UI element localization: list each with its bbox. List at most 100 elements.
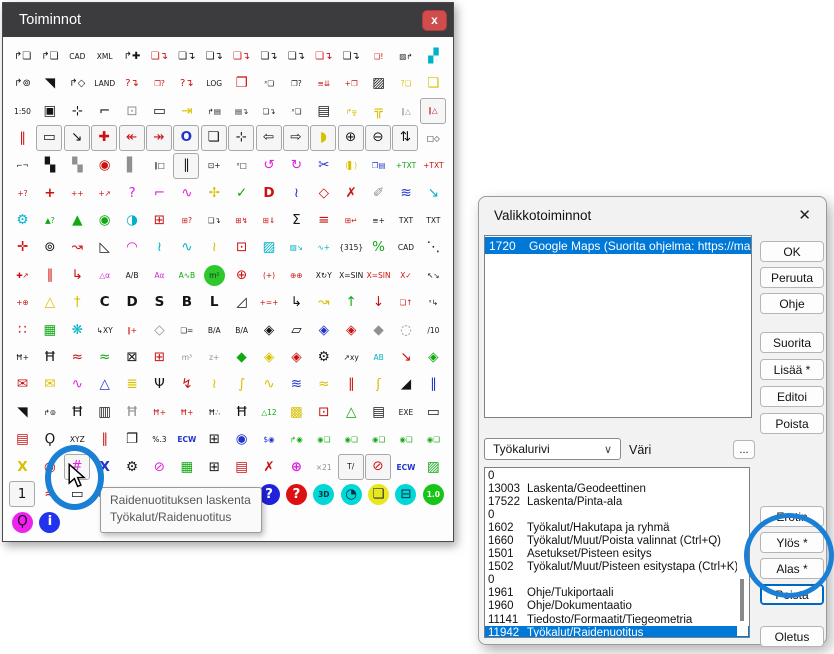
- toolbar-icon[interactable]: ×21: [310, 454, 337, 481]
- toolbar-icon[interactable]: ❏↴: [256, 98, 283, 125]
- toolbar-icon[interactable]: B: [173, 290, 200, 317]
- toolbar-icon[interactable]: ⊡: [119, 98, 146, 125]
- toolbar-icon[interactable]: ◗: [310, 125, 336, 151]
- toolbar-icon[interactable]: ╦: [365, 98, 392, 125]
- toolbar-icon[interactable]: C: [91, 290, 118, 317]
- toolbar-icon[interactable]: 1:50: [9, 98, 36, 125]
- toolbar-icon[interactable]: ◑: [119, 207, 146, 234]
- toolbar-icon[interactable]: ◉❏: [392, 426, 419, 453]
- toolbar-icon[interactable]: ▤: [228, 454, 255, 481]
- toolbar-icon[interactable]: ▞: [420, 43, 447, 70]
- toolbar-icon[interactable]: A∿B: [173, 262, 200, 289]
- toolbar-icon[interactable]: ❏!: [365, 43, 392, 70]
- dialog-close-icon[interactable]: ✕: [798, 206, 811, 224]
- toolbar-icon[interactable]: ▨: [420, 454, 447, 481]
- toolbar-icon[interactable]: A/B: [119, 262, 146, 289]
- toolbar-icon[interactable]: B/A: [201, 317, 228, 344]
- toolbar-icon[interactable]: ◆: [228, 344, 255, 371]
- toolbar-icon[interactable]: ↱✚: [119, 43, 146, 70]
- toolbar-icon[interactable]: ❏↴: [228, 43, 255, 70]
- toolbar-icon[interactable]: ⊞?: [173, 207, 200, 234]
- toolbar-icon[interactable]: ⊞: [201, 426, 228, 453]
- poista-button[interactable]: Poista: [760, 413, 824, 434]
- ok-button[interactable]: OK: [760, 241, 824, 262]
- toolbar-icon[interactable]: ▨: [365, 70, 392, 97]
- toolbar-icon[interactable]: ◉❏: [365, 426, 392, 453]
- toolbar-icon[interactable]: ≋: [392, 180, 419, 207]
- toolbar-icon[interactable]: ⌐¬: [9, 153, 36, 180]
- toolbar-icon[interactable]: ∥: [338, 372, 365, 399]
- toolbar-icon[interactable]: ⊹: [228, 125, 254, 151]
- toolbar-icon[interactable]: ❏↴: [256, 43, 283, 70]
- editoi-button[interactable]: Editoi: [760, 386, 824, 407]
- toolbar-icon[interactable]: ↝: [310, 290, 337, 317]
- toolbar-icon[interactable]: ◌: [392, 317, 419, 344]
- toolbar-icon[interactable]: %: [365, 235, 392, 262]
- toolbar-icon[interactable]: ❋: [64, 317, 91, 344]
- toolbar-icon[interactable]: 3D: [310, 481, 337, 508]
- toolbar-icon[interactable]: ◉❏: [310, 426, 337, 453]
- toolbar-icon[interactable]: (▌): [338, 153, 365, 180]
- toolbar-icon[interactable]: △12: [256, 399, 283, 426]
- toolbar-icon[interactable]: LAND: [91, 70, 118, 97]
- toolbar-icon[interactable]: ≀: [201, 235, 228, 262]
- toolbar-icon[interactable]: ∿: [256, 372, 283, 399]
- toolbar-icon[interactable]: ⊞: [146, 344, 173, 371]
- toolbar-icon[interactable]: {315}: [338, 235, 365, 262]
- toolbar-icon[interactable]: ∿+: [310, 235, 337, 262]
- toolbar-icon[interactable]: ▦: [173, 454, 200, 481]
- toolbar-icon[interactable]: +⊕: [9, 290, 36, 317]
- toolbar-icon[interactable]: TXT: [392, 207, 419, 234]
- toolbar-icon[interactable]: ∥+: [119, 317, 146, 344]
- toolbar-icon[interactable]: B/A: [228, 317, 255, 344]
- toolbar-icon[interactable]: ✐: [365, 180, 392, 207]
- toolbar-icon[interactable]: ▤↴: [228, 98, 255, 125]
- toolbar-icon[interactable]: ◈: [256, 344, 283, 371]
- toolbar-icon[interactable]: ⊹: [64, 98, 91, 125]
- toolbar-icon[interactable]: ◈: [420, 344, 447, 371]
- toolbar-icon[interactable]: ❏: [365, 481, 392, 508]
- toolbar-icon[interactable]: Ħ: [119, 399, 146, 426]
- toolbar-icon[interactable]: ↘: [392, 344, 419, 371]
- toolbar-icon[interactable]: 1: [9, 481, 35, 507]
- close-button-red[interactable]: x: [422, 10, 447, 31]
- toolbar-icon[interactable]: ▤: [310, 98, 337, 125]
- toolbar-icon[interactable]: ▨: [256, 235, 283, 262]
- toolbar-icon[interactable]: X↻Y: [310, 262, 337, 289]
- toolbar-icon[interactable]: CAD: [64, 43, 91, 70]
- toolbar-icon[interactable]: ▤: [365, 399, 392, 426]
- toolbar-icon[interactable]: ≀: [283, 180, 310, 207]
- toolbar-icon[interactable]: ˣ↳: [420, 290, 447, 317]
- toolbar-icon[interactable]: △: [338, 399, 365, 426]
- toolbar-icon[interactable]: ▣: [36, 98, 63, 125]
- toolbar-icon[interactable]: ▩: [283, 399, 310, 426]
- toolbar-icon[interactable]: ✛: [9, 235, 36, 262]
- function-list-item[interactable]: 13003Laskenta/Geodeettinen: [485, 482, 749, 495]
- toolbar-icon[interactable]: ∿: [64, 372, 91, 399]
- toolbar-icon[interactable]: ↱╦: [338, 98, 365, 125]
- toolbar-icon[interactable]: ⇅: [392, 125, 418, 151]
- toolbar-icon[interactable]: ❏↴: [146, 43, 173, 70]
- function-list-item[interactable]: 0: [485, 508, 749, 521]
- toolbar-icon[interactable]: ▚: [36, 153, 63, 180]
- toolbar-icon[interactable]: ▲: [64, 207, 91, 234]
- oletus-button[interactable]: Oletus: [760, 626, 824, 647]
- toolbar-icon[interactable]: ◆: [365, 317, 392, 344]
- lisaa-button[interactable]: Lisää *: [760, 359, 824, 380]
- toolbar-icon[interactable]: ⊘: [146, 454, 173, 481]
- toolbar-icon[interactable]: ∥△: [392, 98, 419, 125]
- toolbar-icon[interactable]: ✉: [9, 372, 36, 399]
- toolbar-icon[interactable]: ↳: [64, 262, 91, 289]
- toolbar-icon[interactable]: ❏↴: [173, 43, 200, 70]
- toolbar-icon[interactable]: ⌐: [146, 180, 173, 207]
- toolbar-icon[interactable]: ◉: [91, 153, 118, 180]
- toolbar-icon[interactable]: ˣ❏: [283, 98, 310, 125]
- toolbar-icon[interactable]: ❏↑: [392, 290, 419, 317]
- toolbar-icon[interactable]: ↱❏: [9, 43, 36, 70]
- toolbar-icon[interactable]: ❏↴: [310, 43, 337, 70]
- toolbar-icon[interactable]: ≡+: [365, 207, 392, 234]
- toolbar-icon[interactable]: ≀: [201, 372, 228, 399]
- toolbar-icon[interactable]: ◉❏: [338, 426, 365, 453]
- toolbar-icon[interactable]: ?: [119, 180, 146, 207]
- toolbar-icon[interactable]: ◉: [228, 426, 255, 453]
